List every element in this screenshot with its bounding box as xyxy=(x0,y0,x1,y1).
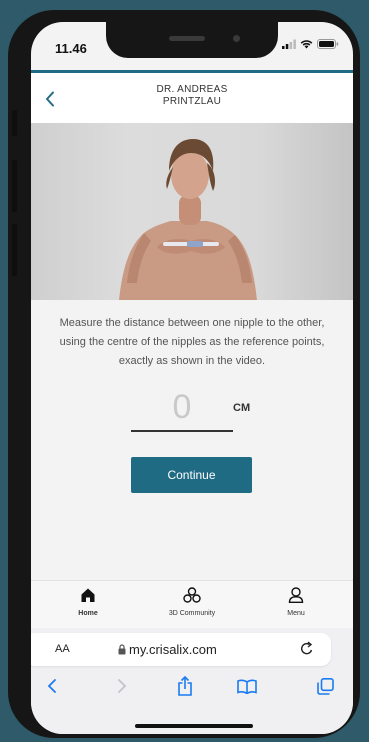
browser-forward-icon[interactable] xyxy=(117,678,127,694)
address-bar[interactable]: AA my.crisalix.com xyxy=(31,633,331,666)
home-icon xyxy=(81,588,95,602)
text-size-button[interactable]: AA xyxy=(55,643,70,655)
tab-3d-community[interactable]: 3D Community xyxy=(147,587,237,617)
community-icon xyxy=(183,587,201,603)
back-chevron-icon[interactable] xyxy=(45,91,55,107)
measurement-input-group: 0 CM xyxy=(131,388,261,432)
volume-up-button xyxy=(12,160,17,212)
browser-toolbar: AA my.crisalix.com xyxy=(31,628,353,734)
user-icon xyxy=(288,587,304,603)
battery-icon xyxy=(317,39,339,49)
measurement-instructions: Measure the distance between one nipple … xyxy=(59,317,325,367)
home-indicator xyxy=(135,724,253,728)
instruction-video[interactable] xyxy=(31,123,353,300)
measurement-value-input[interactable]: 0 xyxy=(131,388,233,427)
lock-icon xyxy=(118,644,126,655)
tab-home-label: Home xyxy=(78,610,98,617)
speaker-grille xyxy=(169,36,205,41)
tab-menu[interactable]: Menu xyxy=(251,587,341,617)
volume-down-button xyxy=(12,224,17,276)
tabs-icon[interactable] xyxy=(317,678,334,695)
front-camera xyxy=(233,35,240,42)
status-icons xyxy=(282,39,339,49)
share-icon[interactable] xyxy=(177,676,193,696)
tab-home[interactable]: Home xyxy=(43,587,133,617)
reload-icon[interactable] xyxy=(300,641,314,656)
url-text: my.crisalix.com xyxy=(129,642,217,657)
tab-3d-community-label: 3D Community xyxy=(168,610,216,617)
wifi-icon xyxy=(300,40,313,49)
notch xyxy=(106,22,278,58)
page-title-line-2: PRINTZLAU xyxy=(162,96,222,107)
phone-screen: 11.46 DR. ANDREAS PRINTZLAU Measure the … xyxy=(31,22,353,734)
app-header: DR. ANDREAS PRINTZLAU xyxy=(31,73,353,123)
page-title-line-1: DR. ANDREAS xyxy=(156,84,228,95)
bottom-tab-bar: Home 3D Community Menu xyxy=(31,580,353,629)
video-frame-illustration xyxy=(119,139,257,300)
continue-button[interactable]: Continue xyxy=(131,457,252,493)
page-title: DR. ANDREAS PRINTZLAU xyxy=(91,84,293,108)
input-underline xyxy=(131,430,233,432)
signal-icon xyxy=(282,39,296,49)
browser-back-icon[interactable] xyxy=(47,678,57,694)
status-time: 11.46 xyxy=(55,41,87,56)
mute-switch xyxy=(12,110,17,136)
unit-label: CM xyxy=(233,402,251,414)
tab-menu-label: Menu xyxy=(287,610,305,617)
bookmarks-icon[interactable] xyxy=(237,679,257,694)
